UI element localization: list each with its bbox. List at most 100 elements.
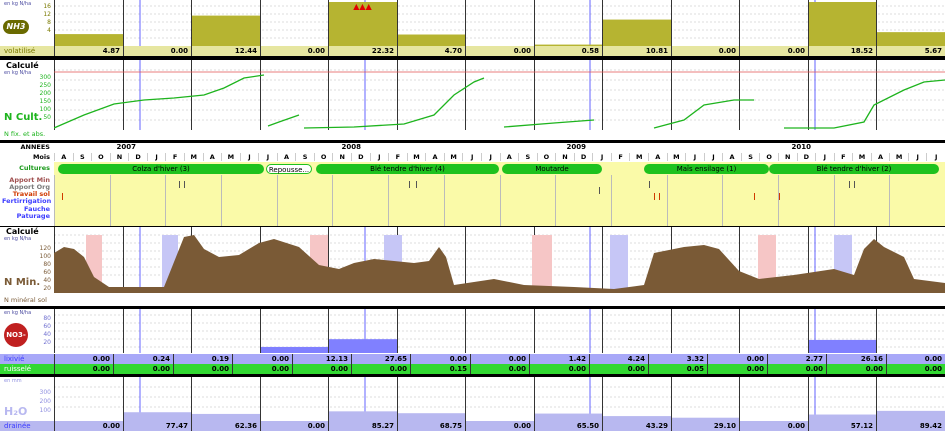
calendar-years: 2007 2008 2009 2010: [54, 143, 945, 153]
nh3-row-label: volatilisé: [4, 47, 36, 55]
ncult-panel: Calculé en kg N/ha N Cult. 300 250 200 150 1…: [0, 60, 945, 140]
no3-icon: NO3-: [4, 323, 28, 347]
value-cell: 89.42: [876, 421, 945, 431]
nmin-chart-area: [54, 227, 945, 293]
value-cell: 0.00: [767, 364, 826, 374]
value-cell: 0.00: [232, 354, 292, 364]
month-label: J: [462, 153, 481, 161]
h2o-bar: [535, 413, 602, 421]
crop-pill[interactable]: Blé tendre d'hiver (4): [316, 164, 499, 174]
month-divider: [73, 175, 74, 226]
value-cell: 62.36: [191, 421, 260, 431]
month-divider: [518, 175, 519, 226]
month-divider: [908, 175, 909, 226]
value-cell: 0.00: [54, 354, 113, 364]
value-cell: 0.00: [292, 364, 351, 374]
period-band: [532, 235, 552, 293]
month-label: N: [109, 153, 129, 161]
value-cell: 0.00: [465, 421, 534, 431]
month-label: O: [313, 153, 333, 161]
year-label: 2010: [791, 143, 811, 151]
month-divider: [797, 175, 798, 226]
value-cell: 0.00: [886, 364, 945, 374]
month-divider: [91, 175, 92, 226]
calendar-row-label: Cultures: [19, 164, 50, 172]
nmin-unit: en kg N/ha: [4, 236, 32, 242]
month-label: D: [573, 153, 593, 161]
nh3-icon: NH3: [3, 20, 29, 34]
month-divider: [110, 175, 111, 226]
value-cell: 27.65: [351, 354, 410, 364]
no3-ruis-row: ruisselé 0.00 0.00 0.00 0.00 0.00 0.00 0.15 0.0…: [0, 364, 945, 374]
value-cell: 1.42: [529, 354, 589, 364]
tick-label: 80: [43, 261, 51, 268]
month-divider: [834, 175, 835, 226]
no3-unit: en kg N/ha: [4, 310, 32, 316]
calendar-mark: [754, 193, 755, 200]
month-label: S: [740, 153, 760, 161]
value-cell: 2.77: [767, 354, 826, 364]
nh3-unit: en kg N/ha: [4, 1, 32, 7]
month-divider: [889, 175, 890, 226]
year-label: 2007: [116, 143, 136, 151]
month-divider: [462, 175, 463, 226]
no3-lixi-label: lixivié: [4, 355, 25, 363]
nh3-value-row: volatilisé 4.87 0.00 12.44 0.00 22.32 4.70 0.0…: [0, 46, 945, 56]
month-label: A: [425, 153, 444, 161]
month-divider: [852, 175, 853, 226]
h2o-bar: [192, 413, 260, 421]
month-label: F: [388, 153, 407, 161]
month-divider: [611, 175, 612, 226]
tick-label: 100: [39, 106, 51, 113]
calendar-panel: ANNEES Mois Cultures Apport Min Apport Org Tr…: [0, 143, 945, 226]
month-divider: [741, 175, 742, 226]
value-cell: 0.00: [173, 364, 232, 374]
ncult-title: Calculé: [6, 61, 39, 70]
value-cell: 0.00: [123, 46, 191, 56]
tick-label: 300: [39, 389, 51, 396]
crop-pill[interactable]: Maïs ensilage (1): [644, 164, 769, 174]
value-cell: 0.05: [648, 364, 707, 374]
month-divider: [165, 175, 166, 226]
nh3-bar: [809, 2, 876, 46]
month-divider: [778, 175, 779, 226]
no3-bar: [329, 339, 397, 353]
month-divider: [407, 175, 408, 226]
month-divider: [184, 175, 185, 226]
value-cell: 0.00: [54, 421, 123, 431]
overflow-marks: ▲▲▲: [353, 2, 372, 11]
month-label: F: [610, 153, 630, 161]
month-label: J: [815, 153, 834, 161]
crop-pill[interactable]: Repousse...: [266, 164, 312, 174]
crop-pill[interactable]: Colza d'hiver (3): [58, 164, 264, 174]
month-label: A: [648, 153, 667, 161]
calendar-months: ASONDJFMAMJJASONDJFMAMJJASONDJFMAMJJASON…: [54, 153, 945, 162]
month-label: F: [165, 153, 184, 161]
month-label: O: [536, 153, 556, 161]
nmin-row-label: N minéral sol: [4, 296, 47, 304]
no3-panel: en kg N/ha NO3- 80 60 40 20 lixivié 0.00 0.2…: [0, 309, 945, 374]
crop-pill[interactable]: Moutarde: [502, 164, 602, 174]
value-cell: 0.00: [707, 364, 767, 374]
value-cell: 0.00: [465, 46, 534, 56]
tick-label: 8: [47, 19, 51, 26]
value-cell: 0.19: [173, 354, 232, 364]
value-cell: 0.00: [410, 354, 470, 364]
h2o-panel: en mm H₂O 300 200 100 drainée 0.00 77.47 62.…: [0, 377, 945, 432]
tick-label: 120: [39, 245, 51, 252]
crop-pill[interactable]: Blé tendre d'hiver (2): [769, 164, 939, 174]
value-cell: 0.00: [54, 364, 113, 374]
month-label: J: [369, 153, 389, 161]
nh3-bar: [55, 34, 123, 46]
h2o-bar: [124, 412, 191, 421]
no3-bars-area: [54, 309, 945, 353]
month-divider: [203, 175, 204, 226]
value-cell: 29.10: [671, 421, 739, 431]
no3-bar: [261, 346, 328, 353]
month-divider: [295, 175, 296, 226]
nh3-bars-area: ▲▲▲: [54, 0, 945, 46]
month-label: N: [555, 153, 574, 161]
month-label: J: [685, 153, 704, 161]
month-divider: [332, 175, 333, 226]
month-label: J: [703, 153, 723, 161]
